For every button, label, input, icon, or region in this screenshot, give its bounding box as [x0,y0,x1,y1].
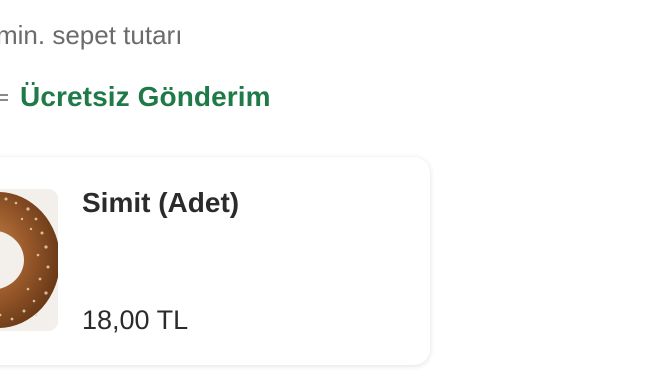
truck-icon [0,91,8,103]
simit-illustration [0,189,58,331]
simit-image[interactable] [0,189,58,331]
free-shipping-label: Ücretsiz Gönderim [20,81,271,112]
free-shipping-row: Ücretsiz Gönderim [0,78,271,116]
product-card[interactable]: Simit (Adet) 18,00 TL [0,157,430,365]
min-basket-amount-label: min. sepet tutarı [0,20,183,50]
product-name[interactable]: Simit (Adet) [82,187,239,219]
product-price: 18,00 TL [82,305,189,335]
